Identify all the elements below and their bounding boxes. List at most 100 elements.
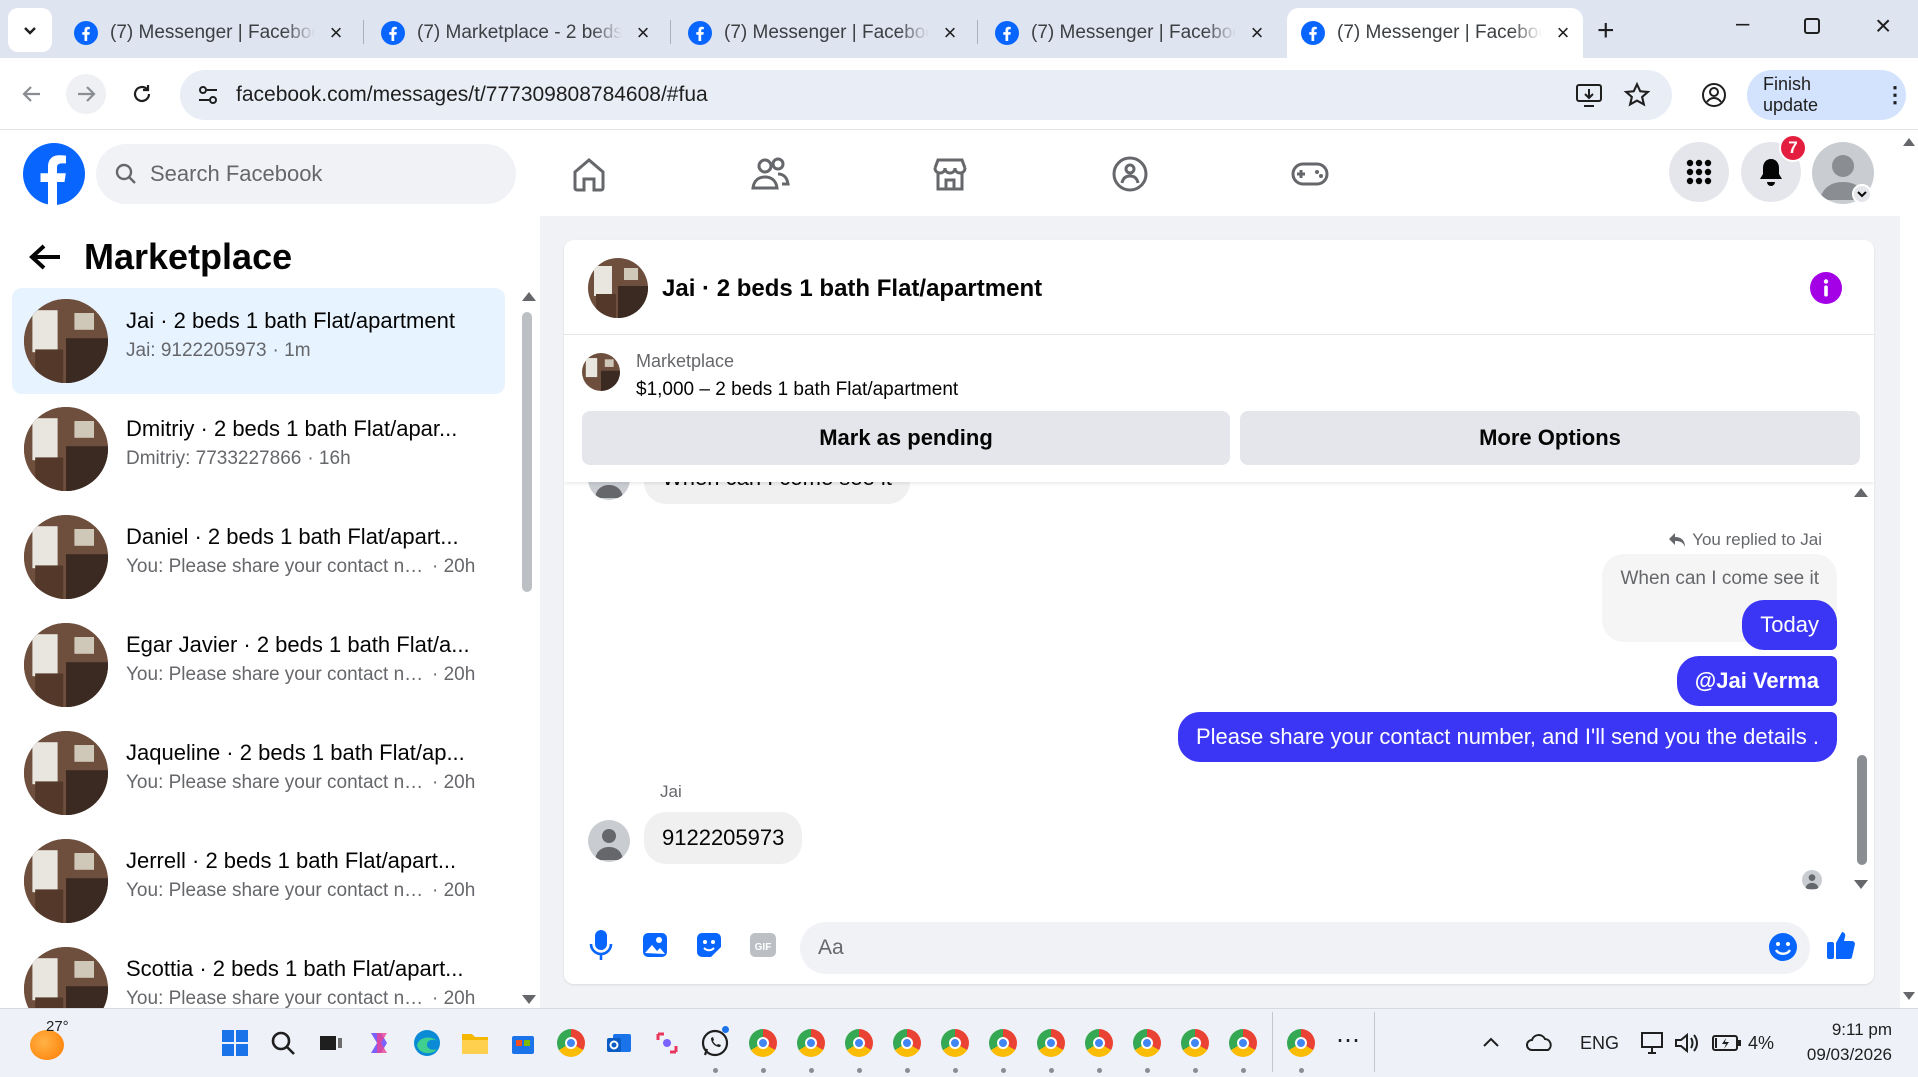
search-facebook-input[interactable]: Search Facebook xyxy=(96,144,516,204)
profile-account-icon[interactable] xyxy=(1700,81,1728,109)
back-button[interactable] xyxy=(12,74,52,114)
emoji-icon[interactable] xyxy=(1766,930,1800,964)
message-input[interactable]: Aa xyxy=(800,922,1810,974)
forward-button[interactable] xyxy=(66,74,106,114)
network-icon[interactable] xyxy=(1640,1031,1666,1055)
chrome-window-icon[interactable] xyxy=(1084,1028,1114,1058)
mark-as-pending-button[interactable]: Mark as pending xyxy=(582,411,1230,465)
menu-grid-button[interactable] xyxy=(1669,142,1729,202)
conversation-list-scrollbar[interactable] xyxy=(522,312,532,592)
close-tab-icon[interactable]: × xyxy=(1552,20,1574,45)
browser-tab[interactable]: (7) Messenger | Facebook × xyxy=(981,8,1277,58)
home-nav-icon[interactable] xyxy=(567,152,611,196)
conversation-item[interactable]: Jaqueline · 2 beds 1 bath Flat/ap... You:… xyxy=(12,720,505,826)
message-bubble-sent-mention[interactable]: @Jai Verma xyxy=(1676,656,1837,706)
conversation-item[interactable]: Jerrell · 2 beds 1 bath Flat/apart... You… xyxy=(12,828,505,934)
conversation-name: Egar Javier · 2 beds 1 bath Flat/a... xyxy=(126,632,470,657)
chrome-window-icon[interactable] xyxy=(748,1028,778,1058)
close-tab-icon[interactable]: × xyxy=(939,20,961,45)
conversation-item[interactable]: Daniel · 2 beds 1 bath Flat/apart... You:… xyxy=(12,504,505,610)
start-windows-icon[interactable] xyxy=(220,1028,250,1058)
message-bubble-sent[interactable]: Please share your contact number, and I'… xyxy=(1177,712,1837,762)
install-app-icon[interactable] xyxy=(1575,82,1603,108)
chrome-window-icon[interactable] xyxy=(1180,1028,1210,1058)
more-apps-icon[interactable]: ⋯ xyxy=(1336,1026,1360,1055)
listing-small-thumbnail[interactable] xyxy=(582,353,620,391)
copilot-icon[interactable] xyxy=(364,1028,394,1058)
facebook-logo-icon[interactable] xyxy=(23,143,85,205)
chrome-window-icon[interactable] xyxy=(1132,1028,1162,1058)
scroll-down-arrow[interactable] xyxy=(522,995,536,1004)
close-tab-icon[interactable]: × xyxy=(325,20,347,45)
chrome-window-icon[interactable] xyxy=(1036,1028,1066,1058)
close-tab-icon[interactable]: × xyxy=(632,20,654,45)
snipping-tool-icon[interactable] xyxy=(652,1028,682,1058)
minimize-button[interactable]: – xyxy=(1736,10,1749,38)
close-tab-icon[interactable]: × xyxy=(1246,20,1268,45)
listing-thumbnail[interactable] xyxy=(588,258,648,318)
reload-button[interactable] xyxy=(122,74,162,114)
tray-chevron-up-icon[interactable] xyxy=(1482,1036,1500,1048)
chrome-window-icon[interactable] xyxy=(796,1028,826,1058)
edge-icon[interactable] xyxy=(412,1028,442,1058)
friends-nav-icon[interactable] xyxy=(748,152,792,196)
gaming-nav-icon[interactable] xyxy=(1288,152,1332,196)
conversation-item[interactable]: Jai · 2 beds 1 bath Flat/apartment Jai: 9… xyxy=(12,288,505,394)
more-options-button[interactable]: More Options xyxy=(1240,411,1860,465)
jai-avatar[interactable] xyxy=(588,820,630,862)
chat-scrollbar[interactable] xyxy=(1857,755,1867,865)
browser-tab[interactable]: (7) Messenger | Facebook × xyxy=(60,8,356,58)
chat-scroll-up-arrow[interactable] xyxy=(1854,488,1868,497)
close-window-button[interactable]: × xyxy=(1875,10,1891,42)
volume-icon[interactable] xyxy=(1674,1032,1700,1054)
listing-price[interactable]: $1,000 – 2 beds 1 bath Flat/apartment xyxy=(636,379,958,401)
photo-icon[interactable] xyxy=(638,928,672,962)
message-bubble-sent[interactable]: Today xyxy=(1742,600,1837,650)
taskbar-search-icon[interactable] xyxy=(268,1028,298,1058)
scroll-up-arrow[interactable] xyxy=(522,292,536,301)
tab-title: (7) Marketplace - 2 beds xyxy=(417,22,622,43)
like-thumb-icon[interactable] xyxy=(1824,928,1858,962)
chrome-window-icon[interactable] xyxy=(988,1028,1018,1058)
chrome-window-icon[interactable] xyxy=(940,1028,970,1058)
site-info-icon[interactable] xyxy=(196,83,220,107)
gif-icon[interactable]: GIF xyxy=(746,928,780,962)
battery-icon[interactable] xyxy=(1712,1034,1742,1052)
browser-tab-active[interactable]: (7) Messenger | Facebook × xyxy=(1287,8,1583,58)
restore-button[interactable] xyxy=(1804,18,1820,34)
browser-tab[interactable]: (7) Messenger | Facebook × xyxy=(674,8,970,58)
page-scrollbar[interactable] xyxy=(1900,130,1918,1008)
conversation-item[interactable]: Dmitriy · 2 beds 1 bath Flat/apar... Dmit… xyxy=(12,396,505,502)
finish-update-button[interactable]: Finish update ⋮ xyxy=(1747,70,1906,120)
chrome-window-icon[interactable] xyxy=(892,1028,922,1058)
info-button[interactable] xyxy=(1810,272,1842,304)
new-tab-button[interactable]: + xyxy=(1597,14,1615,48)
clock-time[interactable]: 9:11 pm xyxy=(1826,1020,1892,1040)
bookmark-star-icon[interactable] xyxy=(1623,81,1651,109)
chrome-icon[interactable] xyxy=(556,1028,586,1058)
chrome-window-icon[interactable] xyxy=(1228,1028,1258,1058)
tab-search-button[interactable] xyxy=(8,8,52,52)
file-explorer-icon[interactable] xyxy=(460,1028,490,1058)
back-arrow-icon[interactable] xyxy=(28,242,62,272)
chat-scroll-down-arrow[interactable] xyxy=(1854,880,1868,889)
microphone-icon[interactable] xyxy=(584,928,618,962)
sticker-icon[interactable] xyxy=(692,928,726,962)
clock-date[interactable]: 09/03/2026 xyxy=(1796,1045,1892,1065)
account-chevron-icon[interactable] xyxy=(1852,184,1872,204)
onedrive-cloud-icon[interactable] xyxy=(1526,1034,1554,1052)
url-text[interactable]: facebook.com/messages/t/777309808784608/… xyxy=(236,83,708,107)
outlook-icon[interactable] xyxy=(604,1028,634,1058)
task-view-icon[interactable] xyxy=(316,1028,346,1058)
store-icon[interactable] xyxy=(508,1028,538,1058)
chrome-window-icon[interactable] xyxy=(1286,1028,1316,1058)
message-bubble-received[interactable]: 9122205973 xyxy=(644,812,803,864)
preview-text: You: Please share your contact nu... xyxy=(126,880,426,901)
conversation-item[interactable]: Egar Javier · 2 beds 1 bath Flat/a... You… xyxy=(12,612,505,718)
language-indicator[interactable]: ENG xyxy=(1580,1033,1619,1054)
marketplace-nav-icon[interactable] xyxy=(928,152,972,196)
chrome-window-icon[interactable] xyxy=(844,1028,874,1058)
chat-title[interactable]: Jai · 2 beds 1 bath Flat/apartment xyxy=(662,275,1042,303)
browser-tab[interactable]: (7) Marketplace - 2 beds × xyxy=(367,8,663,58)
groups-nav-icon[interactable] xyxy=(1108,152,1152,196)
